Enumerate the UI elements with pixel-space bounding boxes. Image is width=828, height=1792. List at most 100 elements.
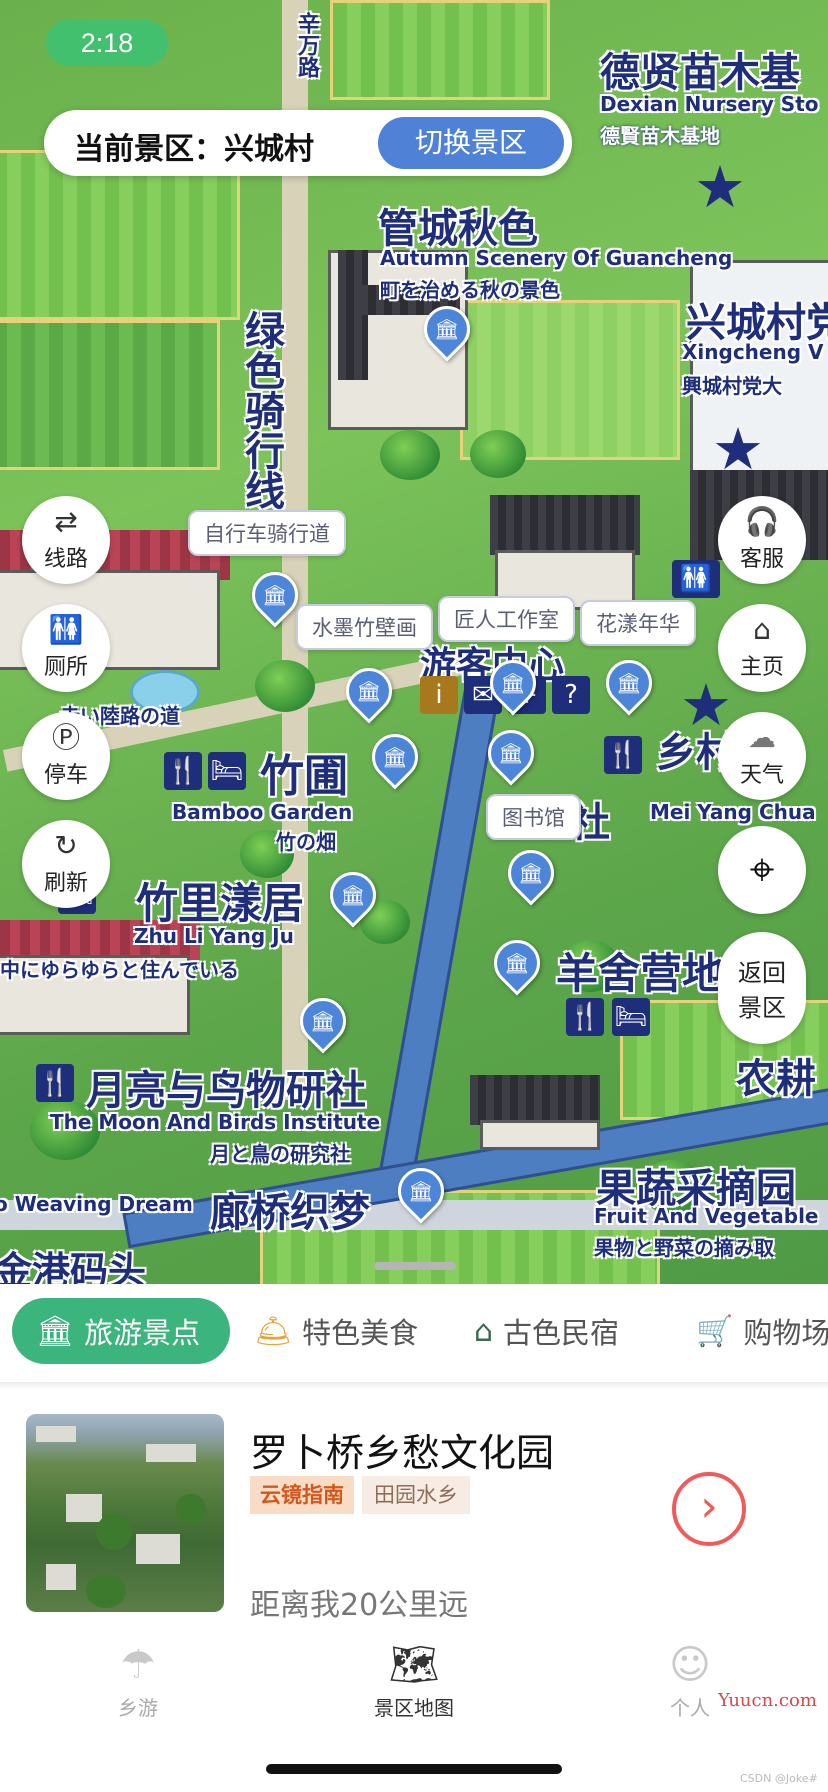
map-label-weaving[interactable]: 廊桥织梦	[210, 1180, 370, 1238]
map-label-nonggeng[interactable]: 农耕	[736, 1046, 816, 1104]
map-tree	[470, 430, 526, 478]
return-scene-button[interactable]: 返回 景区	[718, 932, 806, 1044]
route-label: 线路	[43, 547, 88, 572]
lodging-icon: 🛏	[208, 752, 246, 790]
divider	[0, 1382, 828, 1390]
homestay-icon: ⌂	[474, 1313, 494, 1349]
route-icon: ⇄	[54, 505, 78, 538]
poi-bubble-library[interactable]: 图书馆	[486, 794, 581, 840]
map-label-bike-line: 绿色骑行线	[238, 310, 284, 510]
cart-icon: 🛒	[696, 1313, 734, 1349]
scenic-map[interactable]: 辛万路 德贤苗木基 Dexian Nursery Sto 德賢苗木基地 ★ 管城…	[0, 0, 828, 1284]
status-time: 2:18	[46, 20, 168, 66]
weather-button[interactable]: ☁ 天气	[718, 712, 806, 800]
toilet-button[interactable]: 🚻 厕所	[22, 604, 110, 692]
map-label-xingcheng-en: Xingcheng V	[682, 340, 824, 364]
map-field	[330, 0, 550, 100]
tab-shopping[interactable]: 🛒 购物场	[696, 1298, 828, 1364]
return-label-line2: 景区	[738, 994, 786, 1022]
attraction-card[interactable]: 罗卜桥乡愁文化园 云镜指南 田园水乡 距离我20公里远 ›	[0, 1390, 828, 1623]
map-label-zhuli[interactable]: 竹里漾居	[136, 870, 304, 931]
attraction-thumbnail	[26, 1414, 224, 1612]
locate-icon: ⌖	[749, 844, 775, 895]
switch-scene-button[interactable]: 切换景区	[378, 117, 564, 169]
photo-detail	[176, 1494, 206, 1524]
refresh-button[interactable]: ↻ 刷新	[22, 820, 110, 908]
map-label-bamboo-en: Bamboo Garden	[172, 800, 353, 824]
current-scene-bar: 当前景区：兴城村 切换景区	[44, 110, 572, 176]
poi-pin-icon[interactable]: 🏛	[498, 840, 564, 906]
service-button[interactable]: 🎧 客服	[718, 496, 806, 584]
person-icon: ☺	[669, 1642, 711, 1688]
star-marker-icon: ★	[712, 415, 764, 483]
tab-label: 特色美食	[302, 1316, 419, 1350]
service-label: 客服	[739, 547, 784, 572]
restaurant-icon: 🍴	[604, 736, 642, 774]
return-label-line1: 返回	[738, 959, 786, 987]
nav-countryside[interactable]: ☂ 乡游	[58, 1642, 218, 1721]
home-button[interactable]: ⌂ 主页	[718, 604, 806, 692]
service-icon: 🎧	[744, 505, 780, 538]
poi-pin-icon[interactable]: 🏛	[484, 930, 550, 996]
food-icon: 🛎	[254, 1313, 293, 1349]
lodging-icon: 🛏	[612, 998, 650, 1036]
map-label-jingang[interactable]: 金港码头	[0, 1240, 146, 1284]
map-label-zhuli-jp: 中にゆらゆらと住んでいる	[0, 958, 239, 982]
tab-homestay[interactable]: ⌂ 古色民宿	[474, 1298, 619, 1364]
toilet-label: 厕所	[43, 655, 88, 680]
photo-detail	[66, 1494, 102, 1522]
poi-bubble-craftsman[interactable]: 匠人工作室	[438, 596, 575, 642]
map-label-guancheng-jp: 町を治める秋の景色	[380, 278, 560, 302]
map-label-sheep[interactable]: 羊舍营地	[556, 940, 724, 1001]
map-roof	[338, 250, 368, 380]
category-tabs: 🏛 旅游景点 🛎 特色美食 ⌂ 古色民宿 🛒 购物场	[0, 1284, 828, 1382]
nav-label: 景区地图	[374, 1696, 454, 1720]
watermark-small: CSDN @Joke#	[740, 1772, 818, 1785]
map-label-dexian-en: Dexian Nursery Sto	[600, 92, 819, 116]
watermark-text: Yuucn.com	[718, 1690, 817, 1711]
help-icon: ?	[552, 676, 590, 714]
photo-detail	[86, 1574, 126, 1608]
attraction-distance: 距离我20公里远	[250, 1588, 469, 1623]
restaurant-icon: 🍴	[566, 998, 604, 1036]
tab-label: 购物场	[743, 1316, 828, 1350]
poi-bubble-bike-path[interactable]: 自行车骑行道	[188, 510, 346, 556]
nav-map[interactable]: 🗺 景区地图	[334, 1642, 494, 1721]
current-scene-label: 当前景区：兴城村	[74, 132, 314, 167]
tag-secondary: 田园水乡	[362, 1476, 470, 1514]
refresh-label: 刷新	[43, 871, 88, 896]
tab-food[interactable]: 🛎 特色美食	[254, 1298, 418, 1364]
parking-button[interactable]: Ⓟ 停车	[22, 712, 110, 800]
photo-detail	[136, 1534, 180, 1564]
poi-bubble-flower[interactable]: 花漾年华	[580, 600, 696, 646]
route-button[interactable]: ⇄ 线路	[22, 496, 110, 584]
drag-handle[interactable]	[374, 1262, 456, 1270]
go-arrow-button[interactable]: ›	[672, 1472, 746, 1546]
info-icon: i	[420, 676, 458, 714]
map-label-weaving-en: o Weaving Dream	[0, 1192, 193, 1216]
map-roof	[490, 495, 640, 555]
map-icon: 🗺	[388, 1642, 440, 1688]
map-label-xinfang: 辛万路	[294, 12, 319, 78]
map-label-moon-en: The Moon And Birds Institute	[50, 1110, 381, 1134]
map-label-fruit-jp: 果物と野菜の摘み取	[594, 1236, 774, 1260]
map-label-dexian[interactable]: 德贤苗木基	[600, 40, 800, 98]
nav-label: 乡游	[118, 1696, 158, 1720]
map-label-moon[interactable]: 月亮与鸟物研社	[86, 1058, 366, 1116]
poi-pin-icon[interactable]: 🏛	[596, 650, 662, 716]
map-label-moon-jp: 月と鳥の研究社	[210, 1142, 350, 1166]
poi-bubble-ink-bamboo[interactable]: 水墨竹壁画	[296, 604, 433, 650]
locate-button[interactable]: ⌖	[718, 826, 806, 914]
map-label-guancheng-en: Autumn Scenery Of Guancheng	[380, 246, 733, 270]
tab-attractions[interactable]: 🏛 旅游景点	[12, 1298, 230, 1364]
map-label-dexian-jp: 德賢苗木基地	[600, 124, 720, 148]
restaurant-icon: 🍴	[164, 752, 202, 790]
home-indicator[interactable]	[266, 1764, 562, 1774]
tab-label: 旅游景点	[84, 1316, 201, 1350]
chevron-right-icon: ›	[700, 1481, 718, 1532]
tab-label: 古色民宿	[503, 1316, 620, 1350]
poi-pin-icon[interactable]: 🏛	[362, 724, 428, 790]
parking-label: 停车	[43, 763, 88, 788]
map-label-bamboo[interactable]: 竹圃	[260, 740, 348, 804]
toilet-icon: 🚻	[48, 613, 84, 646]
